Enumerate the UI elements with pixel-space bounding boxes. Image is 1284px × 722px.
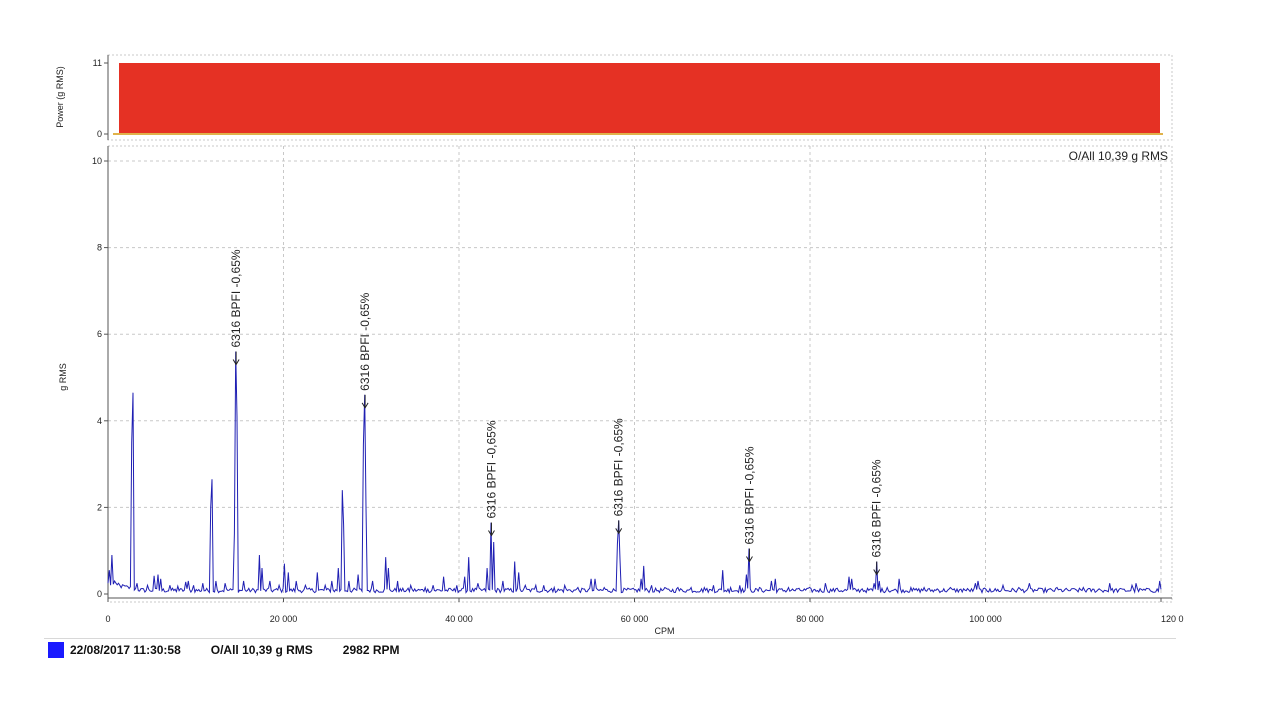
chart-area: 0 11 Power (g RMS) 0 2 4 6 8 10 0 20 000 40 000 60 … [55,54,1184,636]
power-y-axis-title: Power (g RMS) [55,66,65,128]
bpfi-annotation: 6316 BPFI -0,65% [358,292,372,409]
annotation-label: 6316 BPFI -0,65% [742,446,756,544]
annotation-label: 6316 BPFI -0,65% [612,418,626,516]
annotation-label: 6316 BPFI -0,65% [358,292,372,390]
status-speed: 2982 RPM [342,643,400,657]
y-tick-label: 8 [97,243,102,253]
y-axis-title: g RMS [58,363,68,391]
overall-label: O/All 10,39 g RMS [1069,149,1168,163]
power-bar [119,63,1160,134]
status-bar: 22/08/2017 11:30:58 O/All 10,39 g RMS 29… [44,638,1176,661]
power-y-tick-label: 11 [93,58,102,68]
bpfi-annotation: 6316 BPFI -0,65% [742,446,756,563]
y-tick-label: 2 [97,502,102,512]
x-tick-label: 80 000 [796,614,824,624]
x-tick-label: 40 000 [445,614,473,624]
x-axis-title: CPM [655,626,675,636]
annotation-label: 6316 BPFI -0,65% [870,459,884,557]
x-tick-label: 120 0 [1161,614,1184,624]
power-panel: 0 11 Power (g RMS) [55,54,1173,141]
status-timestamp: 22/08/2017 11:30:58 [70,643,181,657]
annotation-label: 6316 BPFI -0,65% [229,249,243,347]
y-tick-label: 10 [92,156,102,166]
x-tick-label: 60 000 [621,614,649,624]
y-tick-label: 4 [97,416,102,426]
x-tick-label: 20 000 [270,614,298,624]
bpfi-annotation: 6316 BPFI -0,65% [484,420,498,537]
x-tick-label: 0 [105,614,110,624]
annotation-label: 6316 BPFI -0,65% [484,420,498,518]
status-overall: O/All 10,39 g RMS [210,643,313,657]
series-color-swatch[interactable] [48,642,64,658]
bpfi-annotation: 6316 BPFI -0,65% [870,459,884,576]
bpfi-annotation: 6316 BPFI -0,65% [229,249,243,366]
bpfi-annotation: 6316 BPFI -0,65% [612,418,626,535]
y-tick-label: 0 [97,589,102,599]
x-tick-label: 100 000 [969,614,1002,624]
power-y-tick-label: 0 [97,129,102,139]
spectrum-frame [107,145,1173,603]
spectrum-panel: 0 2 4 6 8 10 0 20 000 40 000 60 000 80 000 100 000 1… [58,145,1184,636]
y-tick-label: 6 [97,329,102,339]
